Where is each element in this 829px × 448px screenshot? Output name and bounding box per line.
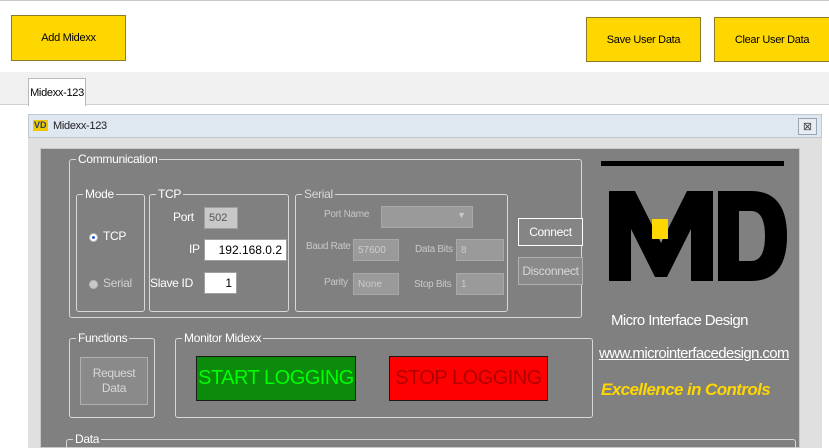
- website-link[interactable]: www.microinterfacedesign.com: [599, 345, 790, 362]
- child-window-titlebar: VD Midexx-123 ⊠: [28, 114, 822, 138]
- connect-button[interactable]: Connect: [518, 218, 583, 246]
- data-bits-field[interactable]: 8: [456, 239, 504, 261]
- ip-label: IP: [189, 242, 200, 256]
- monitor-label: Monitor Midexx: [182, 331, 264, 345]
- parity-label: Parity: [324, 277, 348, 288]
- main-panel: Communication Mode TCP Serial TCP Port 5…: [40, 148, 800, 448]
- port-field[interactable]: 502: [204, 207, 238, 229]
- functions-group: Functions Request Data: [69, 331, 155, 418]
- tcp-group: TCP Port 502 IP 192.168.0.2 Slave ID 1: [149, 187, 289, 312]
- chevron-down-icon: ▼: [457, 210, 466, 220]
- data-bits-label: Data Bits: [415, 244, 453, 255]
- mid-logo: [609, 191, 787, 281]
- ip-field[interactable]: 192.168.0.2: [204, 239, 287, 261]
- top-toolbar: Add Midexx Save User Data Clear User Dat…: [0, 0, 829, 72]
- mode-group: Mode TCP Serial: [76, 187, 145, 312]
- stop-logging-button[interactable]: STOP LOGGING: [389, 356, 548, 401]
- request-data-button[interactable]: Request Data: [80, 357, 148, 405]
- tagline: Excellence in Controls: [601, 380, 771, 399]
- slave-id-field[interactable]: 1: [204, 272, 237, 294]
- stop-bits-field[interactable]: 1: [456, 273, 504, 295]
- port-name-label: Port Name: [324, 209, 370, 220]
- request-data-line2: Data: [101, 381, 127, 395]
- start-logging-button[interactable]: START LOGGING: [196, 356, 356, 401]
- close-icon[interactable]: ⊠: [798, 118, 817, 135]
- mode-label: Mode: [83, 187, 116, 201]
- logo-rule: [601, 161, 784, 166]
- parity-field[interactable]: None: [353, 273, 399, 295]
- communication-label: Communication: [76, 152, 160, 166]
- data-group: Data: [66, 432, 796, 448]
- functions-label: Functions: [76, 331, 130, 345]
- tcp-radio-label: TCP: [103, 229, 127, 243]
- port-label: Port: [173, 210, 194, 224]
- baud-rate-label: Baud Rate: [306, 241, 351, 252]
- tcp-radio[interactable]: [89, 233, 98, 242]
- save-user-data-button[interactable]: Save User Data: [586, 17, 701, 62]
- slave-id-label: Slave ID: [150, 276, 193, 290]
- port-name-select[interactable]: ▼: [381, 206, 473, 228]
- communication-group: Communication Mode TCP Serial TCP Port 5…: [69, 152, 583, 318]
- brand-name: Micro Interface Design: [611, 312, 748, 329]
- tab-strip: Midexx-123: [0, 72, 829, 106]
- tcp-group-label: TCP: [156, 187, 184, 201]
- serial-group: Serial Port Name ▼ Baud Rate 57600 Data …: [295, 187, 508, 312]
- baud-rate-field[interactable]: 57600: [353, 239, 399, 261]
- clear-user-data-button[interactable]: Clear User Data: [714, 17, 829, 62]
- disconnect-button[interactable]: Disconnect: [518, 257, 583, 285]
- tab-midexx-123[interactable]: Midexx-123: [28, 78, 86, 106]
- serial-group-label: Serial: [302, 187, 335, 201]
- request-data-line1: Request: [92, 366, 136, 380]
- child-window-title: Midexx-123: [53, 120, 107, 132]
- add-midexx-button[interactable]: Add Midexx: [11, 15, 126, 61]
- serial-radio-label: Serial: [103, 276, 132, 290]
- serial-radio[interactable]: [89, 280, 98, 289]
- stop-bits-label: Stop Bits: [414, 279, 452, 290]
- app-logo-icon: VD: [33, 120, 48, 131]
- data-label: Data: [73, 432, 102, 446]
